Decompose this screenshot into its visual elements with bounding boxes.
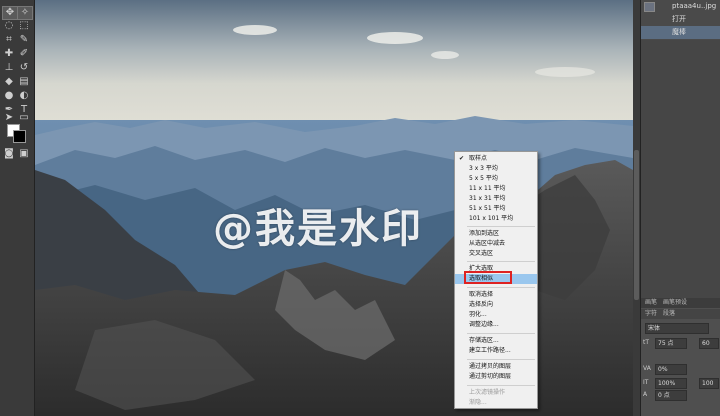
menu-separator bbox=[467, 226, 535, 227]
menu-item-101x101-average[interactable]: 101 x 101 平均 bbox=[455, 214, 537, 224]
menu-item-label: 通过剪切的图层 bbox=[469, 373, 512, 380]
menu-separator bbox=[467, 359, 535, 360]
lasso-tool-icon[interactable]: ◌ bbox=[2, 20, 16, 32]
menu-item-fade: 渐隐... bbox=[455, 398, 537, 408]
tracking-icon: A bbox=[643, 391, 648, 398]
menu-item-label: 5 x 5 平均 bbox=[469, 175, 498, 182]
vertical-scale-icon: IT bbox=[643, 379, 649, 386]
screen-mode-icon[interactable]: ▣ bbox=[17, 148, 31, 160]
tracking-field[interactable]: 0 点 bbox=[655, 390, 687, 401]
menu-item-save-selection[interactable]: 存储选区... bbox=[455, 336, 537, 346]
canvas-scrollbar[interactable] bbox=[633, 0, 640, 416]
history-item-magic-wand[interactable]: 魔棒 bbox=[641, 26, 720, 39]
gradient-tool-icon[interactable]: ▤ bbox=[17, 76, 31, 88]
menu-item-label: 交叉选区 bbox=[469, 250, 494, 257]
font-family-select[interactable]: 宋体 bbox=[645, 323, 709, 334]
brush-tabs: 画笔 画笔预设 bbox=[641, 298, 720, 308]
menu-separator bbox=[467, 333, 535, 334]
menu-item-51x51-average[interactable]: 51 x 51 平均 bbox=[455, 204, 537, 214]
menu-item-make-work-path[interactable]: 建立工作路径... bbox=[455, 346, 537, 356]
font-size-field[interactable]: 75 点 bbox=[655, 338, 687, 349]
background-color-swatch[interactable] bbox=[13, 130, 26, 143]
menu-item-label: 渐隐... bbox=[469, 399, 487, 406]
menu-item-label: 101 x 101 平均 bbox=[469, 215, 514, 222]
history-brush-tool-icon[interactable]: ↺ bbox=[17, 62, 31, 74]
eraser-tool-icon[interactable]: ◆ bbox=[2, 76, 16, 88]
right-panel: ptaaa4u..jpg 打开 魔棒 画笔 画笔预设 字符 段落 宋体 tT 7… bbox=[640, 0, 720, 416]
menu-item-label: 取样点 bbox=[469, 155, 488, 162]
menu-item-label: 取消选择 bbox=[469, 291, 494, 298]
menu-item-label: 11 x 11 平均 bbox=[469, 185, 506, 192]
magic-wand-tool-icon[interactable]: ✧ bbox=[17, 6, 33, 20]
menu-item-label: 51 x 51 平均 bbox=[469, 205, 506, 212]
menu-item-label: 建立工作路径... bbox=[469, 347, 511, 354]
character-panel: 画笔 画笔预设 字符 段落 宋体 tT 75 点 60 VA 0% IT 100… bbox=[641, 298, 720, 416]
tab-character[interactable]: 字符 bbox=[645, 310, 657, 317]
watermark-text: @我是水印 bbox=[213, 206, 423, 252]
menu-item-label: 存储选区... bbox=[469, 337, 499, 344]
menu-item-feather[interactable]: 羽化... bbox=[455, 310, 537, 320]
eyedropper-tool-icon[interactable]: ✎ bbox=[17, 34, 31, 46]
tab-brush-presets[interactable]: 画笔预设 bbox=[663, 299, 687, 306]
move-tool-icon[interactable]: ✥ bbox=[2, 6, 18, 20]
crop-tool-icon[interactable]: ⌗ bbox=[2, 34, 16, 46]
menu-item-31x31-average[interactable]: 31 x 31 平均 bbox=[455, 194, 537, 204]
menu-item-label: 31 x 31 平均 bbox=[469, 195, 506, 202]
kerning-icon: VA bbox=[643, 365, 651, 372]
menu-item-label: 选择反向 bbox=[469, 301, 494, 308]
menu-separator bbox=[467, 385, 535, 386]
menu-item-add-to-selection[interactable]: 添加到选区 bbox=[455, 229, 537, 239]
menu-item-sample-point[interactable]: ✔ 取样点 bbox=[455, 154, 537, 164]
menu-item-11x11-average[interactable]: 11 x 11 平均 bbox=[455, 184, 537, 194]
menu-item-label: 调整边缘... bbox=[469, 321, 499, 328]
kerning-field[interactable]: 0% bbox=[655, 364, 687, 375]
tab-brush[interactable]: 画笔 bbox=[645, 299, 657, 306]
quick-mask-icon[interactable]: ◙ bbox=[2, 148, 16, 160]
menu-item-select-inverse[interactable]: 选择反向 bbox=[455, 300, 537, 310]
history-item-snapshot[interactable]: ptaaa4u..jpg bbox=[641, 0, 720, 13]
tab-paragraph[interactable]: 段落 bbox=[663, 310, 675, 317]
highlight-annotation-box bbox=[464, 271, 512, 284]
history-item-label: 打开 bbox=[672, 15, 686, 23]
history-item-open[interactable]: 打开 bbox=[641, 13, 720, 26]
character-tabs: 字符 段落 bbox=[641, 309, 720, 319]
checkmark-icon: ✔ bbox=[459, 155, 465, 162]
menu-item-label: 通过拷贝的图层 bbox=[469, 363, 512, 370]
dodge-tool-icon[interactable]: ◐ bbox=[17, 90, 31, 102]
menu-item-refine-edge[interactable]: 调整边缘... bbox=[455, 320, 537, 330]
document-canvas[interactable]: @我是水印 bbox=[35, 0, 633, 416]
blur-tool-icon[interactable]: ● bbox=[2, 90, 16, 102]
history-item-label: 魔棒 bbox=[672, 28, 686, 36]
scrollbar-thumb[interactable] bbox=[634, 150, 639, 300]
shape-tool-icon[interactable]: ▭ bbox=[17, 112, 31, 124]
menu-item-3x3-average[interactable]: 3 x 3 平均 bbox=[455, 164, 537, 174]
snapshot-thumbnail bbox=[644, 2, 655, 12]
menu-item-label: 羽化... bbox=[469, 311, 487, 318]
history-item-label: ptaaa4u..jpg bbox=[672, 2, 717, 10]
marquee-tool-icon[interactable]: ⬚ bbox=[17, 20, 31, 32]
font-size-icon: tT bbox=[643, 339, 650, 346]
brush-tool-icon[interactable]: ✐ bbox=[17, 48, 31, 60]
menu-item-5x5-average[interactable]: 5 x 5 平均 bbox=[455, 174, 537, 184]
menu-item-label: 上次滤镜操作 bbox=[469, 389, 506, 396]
menu-separator bbox=[467, 261, 535, 262]
vertical-scale-field[interactable]: 100% bbox=[655, 378, 687, 389]
healing-brush-tool-icon[interactable]: ✚ bbox=[2, 48, 16, 60]
menu-item-label: 3 x 3 平均 bbox=[469, 165, 498, 172]
tools-panel: ✥ ✧ ◌ ⬚ ⌗ ✎ ✚ ✐ ⊥ ↺ ◆ ▤ ● ◐ ✒ T ➤ ▭ ◙ ▣ bbox=[0, 0, 35, 416]
menu-item-subtract-from-selection[interactable]: 从选区中减去 bbox=[455, 239, 537, 249]
menu-item-label: 添加到选区 bbox=[469, 230, 500, 237]
horizontal-scale-field[interactable]: 100 bbox=[699, 378, 719, 389]
clone-stamp-tool-icon[interactable]: ⊥ bbox=[2, 62, 16, 74]
menu-item-label: 从选区中减去 bbox=[469, 240, 506, 247]
menu-item-deselect[interactable]: 取消选择 bbox=[455, 290, 537, 300]
panel-empty-area bbox=[641, 40, 720, 298]
menu-item-last-filter: 上次滤镜操作 bbox=[455, 388, 537, 398]
menu-item-layer-via-copy[interactable]: 通过拷贝的图层 bbox=[455, 362, 537, 372]
leading-field[interactable]: 60 bbox=[699, 338, 719, 349]
menu-item-layer-via-cut[interactable]: 通过剪切的图层 bbox=[455, 372, 537, 382]
menu-separator bbox=[467, 287, 535, 288]
menu-item-intersect-selection[interactable]: 交叉选区 bbox=[455, 249, 537, 259]
